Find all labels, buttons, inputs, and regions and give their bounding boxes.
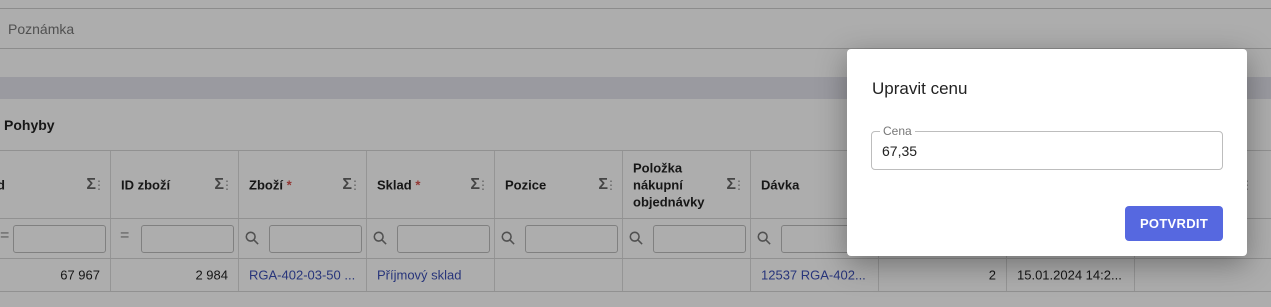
confirm-button[interactable]: POTVRDIT xyxy=(1125,206,1223,241)
price-input[interactable]: 67,35 xyxy=(882,143,917,159)
dialog-title: Upravit cenu xyxy=(872,79,968,98)
price-field-label: Cena xyxy=(880,124,915,138)
price-field[interactable]: Cena 67,35 xyxy=(871,124,1223,170)
edit-price-dialog: Upravit cenu Cena 67,35 POTVRDIT xyxy=(847,49,1247,256)
